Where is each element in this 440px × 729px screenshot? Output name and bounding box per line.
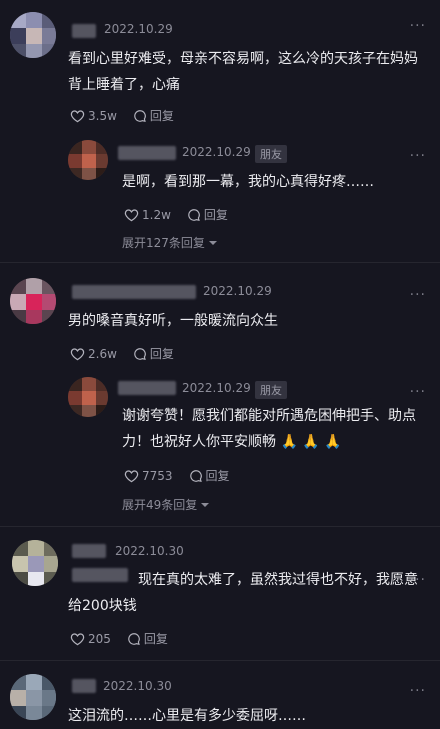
friend-badge: 朋友 — [255, 381, 287, 399]
heart-outline-icon — [124, 469, 139, 482]
username[interactable] — [72, 24, 96, 38]
reply-text: 谢谢夸赞！愿我们都能对所遇危困伸把手、助点 力！也祝好人你平安顺畅 🙏 🙏 🙏 — [122, 408, 416, 450]
like-count: 205 — [88, 631, 111, 646]
comment-text: 这泪流的……心里是有多少委屈呀…… — [68, 708, 306, 724]
username[interactable] — [72, 679, 96, 693]
chevron-down-icon — [201, 502, 210, 507]
comment-date: 2022.10.30 — [103, 679, 172, 693]
more-options-button[interactable]: ··· — [410, 18, 426, 34]
reply-label: 回复 — [149, 347, 174, 361]
reply-username[interactable] — [118, 146, 176, 160]
reply-more-options-button[interactable]: ··· — [410, 148, 426, 164]
avatar[interactable] — [10, 278, 56, 324]
reply-like-button[interactable]: 7753 — [124, 469, 173, 483]
comment-divider — [0, 262, 440, 263]
comment-text: 男的嗓音真好听，一般暖流向众生 — [68, 313, 278, 329]
comment-divider — [0, 526, 440, 527]
more-options-button[interactable]: ··· — [410, 287, 426, 303]
expand-replies-link[interactable]: 展开127条回复 — [122, 234, 218, 251]
reply-avatar[interactable] — [68, 377, 108, 417]
reply-date: 2022.10.29 — [182, 145, 251, 159]
reply-avatar[interactable] — [68, 140, 108, 180]
like-count: 2.6w — [88, 346, 117, 361]
like-button[interactable]: 2.6w — [70, 347, 117, 361]
avatar[interactable] — [12, 540, 58, 586]
like-button[interactable]: 205 — [70, 632, 111, 646]
chat-bubble-icon — [134, 109, 146, 122]
reply-label: 回复 — [143, 632, 168, 646]
username[interactable] — [72, 285, 196, 299]
avatar[interactable] — [10, 674, 56, 720]
reply-button[interactable]: 回复 — [133, 107, 174, 124]
more-options-button[interactable]: ··· — [410, 683, 426, 699]
comment-actions: 3.5w 回复 — [70, 107, 174, 124]
heart-outline-icon — [70, 109, 85, 122]
username[interactable] — [72, 544, 106, 558]
reply-text: 是啊，看到那一幕，我的心真得好疼…… — [122, 174, 374, 190]
reply-button[interactable]: 回复 — [127, 630, 168, 647]
reply-reply-label: 回复 — [203, 208, 228, 222]
chat-bubble-icon — [128, 632, 140, 645]
comment-text: 看到心里好难受，母亲不容易啊，这么冷的天孩子在妈妈 背上睡着了，心痛 — [68, 51, 418, 93]
comment-actions: 2.6w 回复 — [70, 345, 174, 362]
reply-actions: 7753 回复 — [124, 467, 230, 484]
reply-button[interactable]: 回复 — [133, 345, 174, 362]
expand-replies-label: 展开127条回复 — [122, 236, 205, 250]
chat-bubble-icon — [134, 347, 146, 360]
reply-username[interactable] — [118, 381, 176, 395]
like-count: 3.5w — [88, 108, 117, 123]
comment-actions: 205 回复 — [70, 630, 168, 647]
reply-actions: 1.2w 回复 — [124, 206, 228, 223]
comment-date: 2022.10.29 — [104, 22, 173, 36]
chat-bubble-icon — [188, 208, 200, 221]
like-button[interactable]: 3.5w — [70, 109, 117, 123]
reply-reply-label: 回复 — [205, 469, 230, 483]
reply-date: 2022.10.29 — [182, 381, 251, 395]
chevron-down-icon — [208, 240, 217, 245]
expand-replies-label: 展开49条回复 — [122, 498, 198, 512]
reply-label: 回复 — [149, 109, 174, 123]
reply-reply-button[interactable]: 回复 — [187, 206, 228, 223]
reply-reply-button[interactable]: 回复 — [189, 467, 230, 484]
expand-replies-link[interactable]: 展开49条回复 — [122, 496, 210, 513]
comment-text: 现在真的太难了，虽然我过得也不好，我愿意 给200块钱 — [68, 572, 418, 614]
comment-date: 2022.10.29 — [203, 284, 272, 298]
friend-badge: 朋友 — [255, 145, 287, 163]
heart-outline-icon — [124, 208, 139, 221]
reply-more-options-button[interactable]: ··· — [410, 384, 426, 400]
avatar[interactable] — [10, 12, 56, 58]
chat-bubble-icon — [189, 469, 202, 482]
reply-like-count: 1.2w — [142, 207, 171, 222]
comment-divider — [0, 660, 440, 661]
heart-outline-icon — [70, 632, 85, 645]
reply-like-count: 7753 — [142, 468, 173, 483]
reply-like-button[interactable]: 1.2w — [124, 208, 171, 222]
comment-date: 2022.10.30 — [115, 544, 184, 558]
heart-outline-icon — [70, 347, 85, 360]
